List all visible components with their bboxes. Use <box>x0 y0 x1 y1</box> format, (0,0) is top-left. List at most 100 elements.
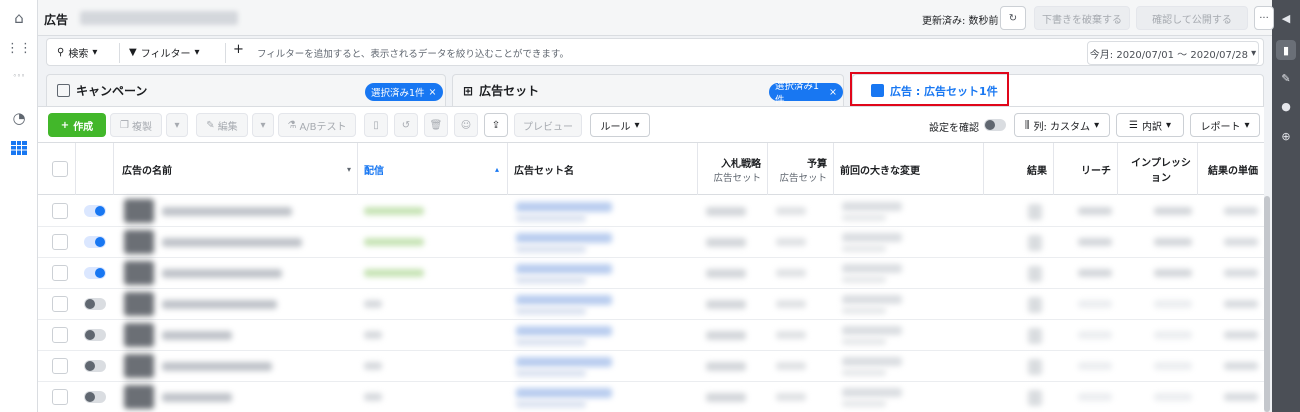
col-cost-per-result[interactable]: 結果の単価 <box>1198 143 1264 195</box>
col-budget-sub: 広告セット <box>779 172 827 184</box>
ab-test-button[interactable]: ⚗ A/Bテスト <box>278 113 356 137</box>
refresh-button[interactable]: ↻ <box>1000 6 1026 30</box>
review-settings-toggle[interactable] <box>984 119 1006 131</box>
ad-status-toggle[interactable] <box>84 205 106 217</box>
pencil-icon[interactable]: ✎ <box>1276 68 1296 88</box>
col-reach[interactable]: リーチ <box>1054 143 1118 195</box>
table-row[interactable] <box>38 382 1264 412</box>
col-bid-strategy[interactable]: 入札戦略 広告セット <box>698 143 768 195</box>
redacted-cell <box>1078 362 1112 370</box>
col-delivery[interactable]: 配信 ▴ <box>358 143 508 195</box>
right-side-panel: ◀ ▮ ✎ ● ⊕ <box>1272 0 1300 412</box>
search-dropdown[interactable]: ⚲ 検索 ▾ <box>57 45 97 60</box>
campaign-selection-pill[interactable]: 選択済み1件 × <box>365 83 443 101</box>
ad-thumbnail-redacted <box>124 385 154 409</box>
delete-button[interactable]: 🗑 <box>424 113 448 137</box>
columns-dropdown[interactable]: ⫼ 列: カスタム ▾ <box>1014 113 1110 137</box>
ad-thumbnail-redacted <box>124 323 154 347</box>
breakdown-dropdown[interactable]: ☰ 内訳 ▾ <box>1116 113 1184 137</box>
row-checkbox[interactable] <box>52 265 68 281</box>
row-checkbox[interactable] <box>52 358 68 374</box>
trash-outline-button[interactable]: ▯ <box>364 113 388 137</box>
clock-icon[interactable]: ● <box>1276 96 1296 116</box>
redacted-cell <box>516 400 586 408</box>
audience-button[interactable]: ☺ <box>454 113 478 137</box>
ad-status-toggle[interactable] <box>84 236 106 248</box>
ad-status-toggle[interactable] <box>84 360 106 372</box>
tab-adsets[interactable]: ⊞ 広告セット 選択済み1件 × <box>452 74 844 106</box>
redacted-cell <box>516 295 612 305</box>
redacted-cell <box>1224 362 1258 370</box>
col-ad-name[interactable]: 広告の名前 ▾ <box>114 143 358 195</box>
duplicate-caret[interactable]: ▾ <box>166 113 188 137</box>
create-button[interactable]: + 作成 <box>48 113 106 137</box>
sort-asc-icon[interactable]: ▴ <box>495 165 499 174</box>
ad-status-toggle[interactable] <box>84 391 106 403</box>
more-button[interactable]: ··· <box>1254 6 1274 30</box>
rules-dropdown[interactable]: ルール ▾ <box>590 113 650 137</box>
close-icon[interactable]: × <box>829 87 837 98</box>
filter-dropdown[interactable]: ▼ フィルター ▾ <box>129 45 200 60</box>
date-range-label: 今月: 2020/07/01 ～ 2020/07/28 <box>1089 49 1248 61</box>
gauge-icon[interactable]: ◔ <box>9 108 29 128</box>
col-adset-name[interactable]: 広告セット名 <box>508 143 698 195</box>
redacted-cell <box>516 369 586 377</box>
edit-button[interactable]: ✎ 編集 <box>196 113 248 137</box>
edit-label: 編集 <box>217 121 238 133</box>
col-reach-label: リーチ <box>1081 165 1111 177</box>
adset-selection-pill[interactable]: 選択済み1件 × <box>769 81 843 106</box>
chart-icon[interactable]: ▮ <box>1276 40 1296 60</box>
home-icon[interactable]: ⌂ <box>9 8 29 28</box>
tab-campaigns[interactable]: キャンペーン 選択済み1件 × <box>46 74 446 106</box>
caret-down-icon: ▾ <box>92 47 98 58</box>
table-icon[interactable] <box>9 138 29 158</box>
table-scrollbar[interactable] <box>1264 196 1270 412</box>
preview-button[interactable]: プレビュー <box>514 113 582 137</box>
zoom-icon[interactable]: ⊕ <box>1276 126 1296 146</box>
ad-status-toggle[interactable] <box>84 298 106 310</box>
table-row[interactable] <box>38 258 1264 289</box>
col-last-change[interactable]: 前回の大きな変更 <box>834 143 984 195</box>
review-publish-button[interactable]: 確認して公開する <box>1136 6 1248 30</box>
table-row[interactable] <box>38 196 1264 227</box>
ad-status-toggle[interactable] <box>84 329 106 341</box>
table-row[interactable] <box>38 289 1264 320</box>
table-header: 広告の名前 ▾ 配信 ▴ 広告セット名 入札戦略 広告セット 予算 広告セット 前回… <box>38 143 1264 195</box>
revert-button[interactable]: ↺ <box>394 113 418 137</box>
add-filter-button[interactable]: + <box>233 42 244 57</box>
date-range-picker[interactable]: 今月: 2020/07/01 ～ 2020/07/28 ▾ <box>1087 41 1259 65</box>
table-row[interactable] <box>38 227 1264 258</box>
toggle-header <box>76 143 114 195</box>
row-checkbox[interactable] <box>52 389 68 405</box>
row-checkbox[interactable] <box>52 203 68 219</box>
row-checkbox[interactable] <box>52 327 68 343</box>
redacted-cell <box>1028 235 1042 251</box>
select-all-checkbox[interactable] <box>52 161 68 177</box>
row-checkbox[interactable] <box>52 296 68 312</box>
col-adset-name-label: 広告セット名 <box>514 165 574 177</box>
row-checkbox[interactable] <box>52 234 68 250</box>
col-results[interactable]: 結果 <box>984 143 1054 195</box>
filter-label: フィルター <box>140 49 191 60</box>
col-impressions[interactable]: インプレッション <box>1118 143 1198 195</box>
close-icon[interactable]: × <box>429 87 437 98</box>
account-logo-icon[interactable]: ◦◦◦ <box>9 66 29 86</box>
columns-label: 列: カスタム <box>1033 121 1091 133</box>
table-row[interactable] <box>38 351 1264 382</box>
redacted-cell <box>842 233 902 242</box>
ad-status-toggle[interactable] <box>84 267 106 279</box>
redacted-cell <box>516 214 586 222</box>
edit-caret[interactable]: ▾ <box>252 113 274 137</box>
grid-icon[interactable]: ⋮⋮ <box>6 38 32 58</box>
discard-draft-button[interactable]: 下書きを破棄する <box>1034 6 1130 30</box>
duplicate-button[interactable]: ❐ 複製 <box>110 113 162 137</box>
export-button[interactable]: ⇪ <box>484 113 508 137</box>
redacted-cell <box>364 362 382 370</box>
ad-thumbnail-redacted <box>124 261 154 285</box>
document-icon: ▯ <box>373 119 379 131</box>
collapse-icon[interactable]: ◀ <box>1276 8 1296 28</box>
report-dropdown[interactable]: レポート ▾ <box>1190 113 1260 137</box>
table-row[interactable] <box>38 320 1264 351</box>
redacted-cell <box>516 245 586 253</box>
col-budget[interactable]: 予算 広告セット <box>768 143 834 195</box>
